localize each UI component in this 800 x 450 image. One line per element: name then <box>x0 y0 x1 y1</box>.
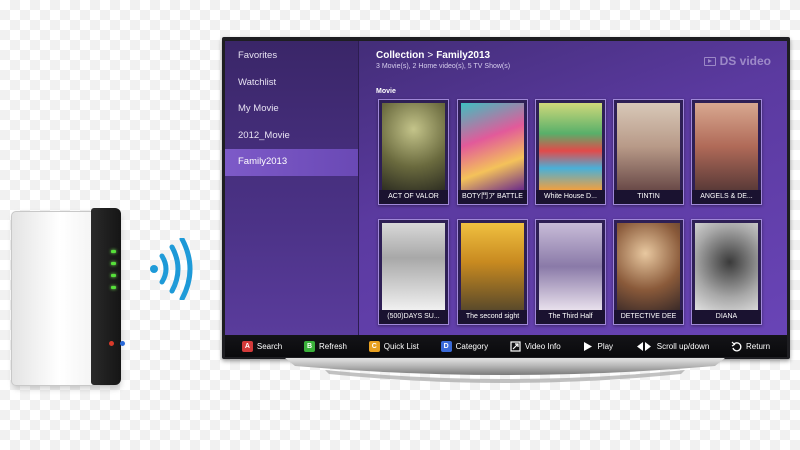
poster-image <box>539 223 602 310</box>
section-label: Movie <box>376 88 396 95</box>
app-brand: DS video <box>703 54 771 68</box>
return-icon <box>731 341 742 352</box>
breadcrumb-separator: > <box>427 50 434 61</box>
play-hint[interactable]: Play <box>582 341 613 352</box>
poster-tile[interactable]: White House D... <box>535 99 606 205</box>
quick-list-hint[interactable]: C Quick List <box>368 340 419 352</box>
sidebar-item-family2013[interactable]: Family2013 <box>225 149 358 176</box>
sidebar-item-2012-movie[interactable]: 2012_Movie <box>225 123 358 150</box>
tv-screen: Favorites Watchlist My Movie 2012_Movie … <box>225 41 787 357</box>
return-hint[interactable]: Return <box>731 341 770 352</box>
quick-list-hint-label: Quick List <box>383 341 419 351</box>
nas-led-lan <box>111 262 116 265</box>
poster-image <box>695 223 758 310</box>
wifi-icon <box>150 238 193 300</box>
blue-key-icon: D <box>440 340 452 352</box>
poster-tile[interactable]: The second sight <box>457 219 528 325</box>
refresh-hint-label: Refresh <box>318 341 347 351</box>
green-key-icon: B <box>303 340 315 352</box>
poster-image <box>461 103 524 190</box>
poster-tile[interactable]: (500)DAYS SU... <box>378 219 449 325</box>
app-brand-label: DS video <box>719 54 771 68</box>
poster-tile[interactable]: BOTY鬥ア BATTLE <box>457 99 528 205</box>
poster-tile[interactable]: The Third Half <box>535 219 606 325</box>
sidebar-item-favorites[interactable]: Favorites <box>225 43 358 70</box>
nas-front-panel <box>91 208 121 385</box>
return-hint-label: Return <box>746 341 771 351</box>
scroll-hint[interactable]: Scroll up/down <box>635 341 709 352</box>
tv-stand <box>285 358 725 383</box>
video-info-hint[interactable]: Video Info <box>510 340 561 352</box>
poster-image <box>382 103 445 190</box>
red-key-icon: A <box>241 340 253 352</box>
video-icon <box>703 56 716 66</box>
play-icon <box>582 341 593 352</box>
breadcrumb: Collection > Family2013 <box>376 50 490 61</box>
poster-title: TINTIN <box>614 190 683 204</box>
poster-title: White House D... <box>536 190 605 204</box>
sidebar-item-my-movie[interactable]: My Movie <box>225 96 358 123</box>
poster-image <box>617 103 680 190</box>
poster-image <box>617 223 680 310</box>
poster-tile[interactable]: TINTIN <box>613 99 684 205</box>
poster-title: The second sight <box>458 310 527 324</box>
nas-reset-button <box>109 341 114 346</box>
collection-summary: 3 Movie(s), 2 Home video(s), 5 TV Show(s… <box>376 63 511 70</box>
poster-image <box>461 223 524 310</box>
nas-led-status <box>111 250 116 253</box>
sidebar: Favorites Watchlist My Movie 2012_Movie … <box>225 41 359 335</box>
category-hint[interactable]: D Category <box>440 340 489 352</box>
poster-image <box>539 103 602 190</box>
poster-tile[interactable]: ANGELS & DE... <box>691 99 762 205</box>
yellow-key-icon: C <box>368 340 380 352</box>
play-hint-label: Play <box>597 341 614 351</box>
search-hint[interactable]: A Search <box>241 340 283 352</box>
poster-image <box>695 103 758 190</box>
poster-tile[interactable]: DETECTIVE DEE <box>613 219 684 325</box>
poster-title: DIANA <box>692 310 761 324</box>
main-content: Collection > Family2013 3 Movie(s), 2 Home… <box>359 41 787 335</box>
category-hint-label: Category <box>455 341 489 351</box>
refresh-hint[interactable]: B Refresh <box>303 340 347 352</box>
poster-tile[interactable]: DIANA <box>691 219 762 325</box>
poster-title: DETECTIVE DEE <box>614 310 683 324</box>
nas-power-button <box>120 341 125 346</box>
rewind-forward-icon <box>635 341 653 352</box>
poster-title: (500)DAYS SU... <box>379 310 448 324</box>
nas-led-power <box>111 286 116 289</box>
breadcrumb-root[interactable]: Collection <box>376 50 424 61</box>
remote-hint-bar: A Search B Refresh C Quick List D Catego… <box>225 335 787 357</box>
sidebar-item-watchlist[interactable]: Watchlist <box>225 70 358 97</box>
nas-device <box>11 205 125 387</box>
scroll-hint-label: Scroll up/down <box>656 341 710 351</box>
poster-title: The Third Half <box>536 310 605 324</box>
poster-title: BOTY鬥ア BATTLE <box>458 190 527 204</box>
poster-title: ACT OF VALOR <box>379 190 448 204</box>
search-hint-label: Search <box>256 341 283 351</box>
breadcrumb-current: Family2013 <box>436 50 491 61</box>
info-icon <box>510 340 521 352</box>
nas-led-disk <box>111 274 116 277</box>
poster-image <box>382 223 445 310</box>
poster-title: ANGELS & DE... <box>692 190 761 204</box>
poster-tile[interactable]: ACT OF VALOR <box>378 99 449 205</box>
video-info-hint-label: Video Info <box>524 341 561 351</box>
